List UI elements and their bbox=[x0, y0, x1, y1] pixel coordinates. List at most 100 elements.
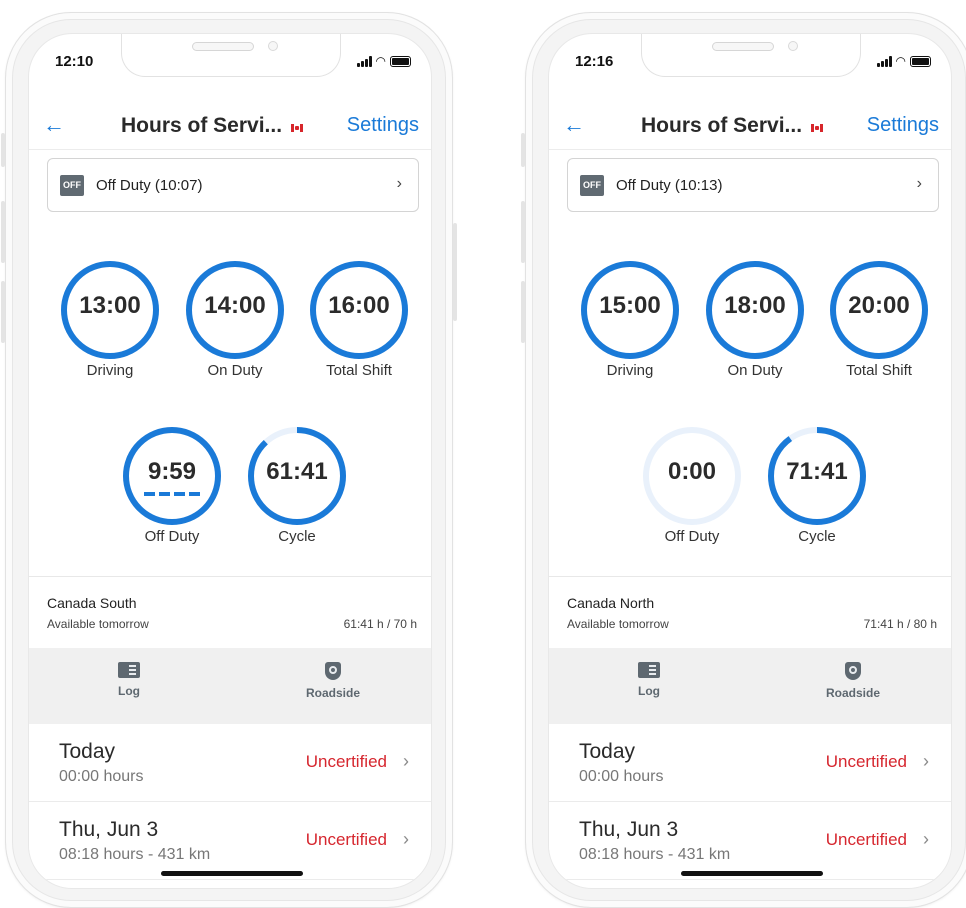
clock-label: Driving bbox=[606, 362, 654, 379]
status-time: 12:16 bbox=[575, 53, 614, 70]
clock-label: Total Shift bbox=[326, 362, 392, 379]
mute-switch bbox=[1, 133, 5, 167]
tab-roadside[interactable]: Roadside bbox=[273, 662, 393, 700]
clock-label: Off Duty bbox=[664, 528, 720, 545]
tab-bar: Log Roadside bbox=[549, 648, 951, 724]
chevron-right-icon: › bbox=[396, 175, 402, 192]
divider bbox=[29, 576, 431, 577]
speaker bbox=[712, 42, 774, 51]
back-arrow-icon[interactable]: ← bbox=[563, 112, 585, 138]
day-row-today[interactable]: Today 00:00 hours Uncertified › bbox=[29, 724, 431, 802]
chevron-right-icon: › bbox=[923, 829, 929, 849]
camera bbox=[268, 41, 278, 51]
speaker bbox=[192, 42, 254, 51]
tab-log[interactable]: Log bbox=[589, 662, 709, 698]
battery-icon bbox=[390, 55, 411, 67]
nav-bar: ← Hours of Servi... Settings bbox=[29, 104, 431, 150]
chevron-right-icon: › bbox=[916, 175, 922, 192]
status-time: 12:10 bbox=[55, 53, 94, 70]
wifi-icon: ◠ bbox=[375, 54, 386, 68]
ruleset-name: Canada South bbox=[47, 595, 137, 611]
driving-clock: 15:00 bbox=[580, 260, 680, 360]
app-screen: 12:16 ◠ ← Hours of Servi... Settings OFF… bbox=[548, 33, 952, 889]
clock-value: 18:00 bbox=[724, 292, 786, 319]
chevron-right-icon: › bbox=[923, 751, 929, 771]
day-row-jun3[interactable]: Thu, Jun 3 08:18 hours - 431 km Uncertif… bbox=[29, 802, 431, 880]
clock-value: 20:00 bbox=[848, 292, 910, 319]
clock-value: 0:00 bbox=[667, 458, 717, 485]
mute-switch bbox=[521, 133, 525, 167]
volume-up-button bbox=[1, 201, 5, 263]
off-duty-dash-indicator bbox=[144, 492, 200, 496]
certification-status: Uncertified bbox=[825, 752, 907, 771]
notch bbox=[121, 34, 341, 77]
duty-status-card[interactable]: OFF Off Duty (10:07) › bbox=[47, 158, 419, 212]
availability-text: Available tomorrow bbox=[47, 617, 149, 631]
clock-value: 61:41 bbox=[266, 458, 328, 485]
camera bbox=[788, 41, 798, 51]
home-indicator[interactable] bbox=[161, 871, 303, 876]
clock-value: 13:00 bbox=[79, 292, 141, 319]
cycle-hours: 71:41 h / 80 h bbox=[863, 617, 937, 631]
clock-label: Cycle bbox=[798, 528, 836, 545]
battery-icon bbox=[910, 55, 931, 67]
clock-label: Total Shift bbox=[846, 362, 912, 379]
clock-value: 16:00 bbox=[328, 292, 390, 319]
clock-value: 9:59 bbox=[147, 458, 197, 485]
off-duty-clock: 0:00 bbox=[642, 426, 742, 526]
page-title: Hours of Servi... bbox=[121, 114, 283, 137]
phone-frame-right: 12:16 ◠ ← Hours of Servi... Settings OFF… bbox=[521, 12, 966, 908]
day-hours: 00:00 hours bbox=[579, 768, 664, 785]
wifi-icon: ◠ bbox=[895, 54, 906, 68]
day-title: Today bbox=[59, 740, 116, 763]
shield-icon bbox=[325, 662, 341, 680]
tab-label: Log bbox=[118, 684, 140, 698]
log-book-icon bbox=[118, 662, 140, 678]
off-duty-clock: 9:59 bbox=[122, 426, 222, 526]
tab-log[interactable]: Log bbox=[69, 662, 189, 698]
cycle-clock: 61:41 bbox=[247, 426, 347, 526]
back-arrow-icon[interactable]: ← bbox=[43, 112, 65, 138]
driving-clock: 13:00 bbox=[60, 260, 160, 360]
tab-roadside[interactable]: Roadside bbox=[793, 662, 913, 700]
clock-value: 15:00 bbox=[599, 292, 661, 319]
tab-bar: Log Roadside bbox=[29, 648, 431, 724]
tab-label: Log bbox=[638, 684, 660, 698]
canada-flag-icon bbox=[811, 124, 823, 132]
duty-status-label: Off Duty (10:13) bbox=[616, 177, 723, 194]
page-title: Hours of Servi... bbox=[641, 114, 803, 137]
day-hours: 00:00 hours bbox=[59, 768, 144, 785]
day-title: Today bbox=[579, 740, 636, 763]
day-row-jun3[interactable]: Thu, Jun 3 08:18 hours - 431 km Uncertif… bbox=[549, 802, 951, 880]
clock-value: 14:00 bbox=[204, 292, 266, 319]
clock-label: Driving bbox=[86, 362, 134, 379]
certification-status: Uncertified bbox=[305, 830, 387, 849]
settings-button[interactable]: Settings bbox=[867, 114, 939, 137]
clock-label: Cycle bbox=[278, 528, 316, 545]
on-duty-clock: 18:00 bbox=[705, 260, 805, 360]
clock-label: Off Duty bbox=[144, 528, 200, 545]
total-shift-clock: 16:00 bbox=[309, 260, 409, 360]
day-row-today[interactable]: Today 00:00 hours Uncertified › bbox=[549, 724, 951, 802]
off-duty-badge: OFF bbox=[580, 175, 604, 196]
cycle-clock: 71:41 bbox=[767, 426, 867, 526]
tab-label: Roadside bbox=[305, 686, 360, 700]
ruleset-name: Canada North bbox=[567, 595, 655, 611]
availability-text: Available tomorrow bbox=[567, 617, 669, 631]
day-title: Thu, Jun 3 bbox=[59, 818, 159, 841]
chevron-right-icon: › bbox=[403, 829, 409, 849]
day-hours: 08:18 hours - 431 km bbox=[579, 846, 731, 863]
chevron-right-icon: › bbox=[403, 751, 409, 771]
volume-down-button bbox=[1, 281, 5, 343]
home-indicator[interactable] bbox=[681, 871, 823, 876]
divider bbox=[549, 576, 951, 577]
power-button bbox=[453, 223, 457, 321]
duty-status-card[interactable]: OFF Off Duty (10:13) › bbox=[567, 158, 939, 212]
canada-flag-icon bbox=[291, 124, 303, 132]
off-duty-badge: OFF bbox=[60, 175, 84, 196]
volume-down-button bbox=[521, 281, 525, 343]
duty-status-label: Off Duty (10:07) bbox=[96, 177, 203, 194]
settings-button[interactable]: Settings bbox=[347, 114, 419, 137]
tab-label: Roadside bbox=[825, 686, 880, 700]
status-icons: ◠ bbox=[876, 54, 931, 68]
